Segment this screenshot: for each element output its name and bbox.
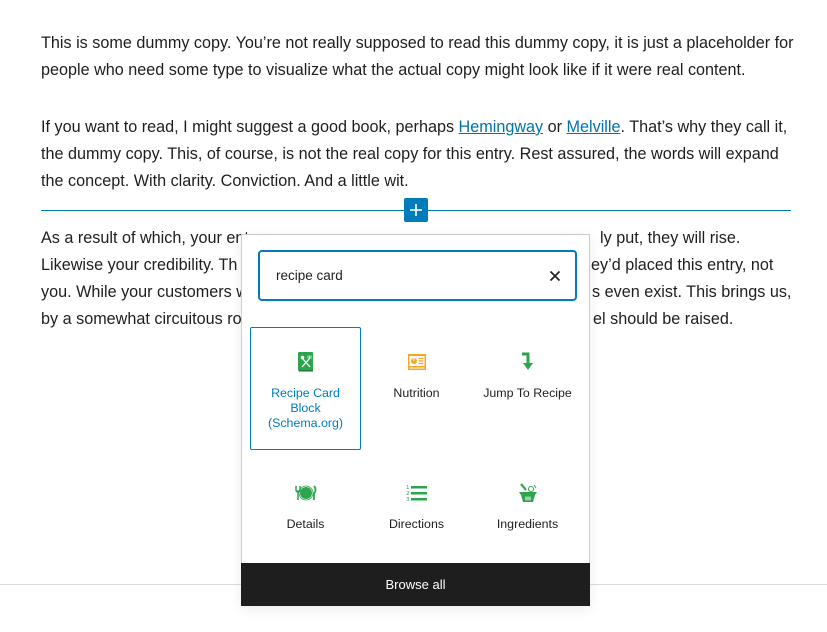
block-label: Recipe Card Block (Schema.org)	[267, 386, 344, 430]
paragraph-3-line-2-right: ey’d placed this entry, not	[591, 256, 774, 274]
melville-link[interactable]: Melville	[567, 118, 621, 136]
block-jump-to-recipe[interactable]: Jump To Recipe	[472, 327, 583, 450]
block-inserter-popover: Recipe Card Block (Schema.org) Nutrition…	[241, 234, 590, 606]
nutrition-icon	[405, 350, 429, 374]
paragraph-3-line-3-left: you. While your customers w	[41, 283, 248, 301]
paragraph-3-line-2-left: Likewise your credibility. Th	[41, 256, 238, 274]
block-recipe-card[interactable]: Recipe Card Block (Schema.org)	[250, 327, 361, 450]
paragraph-2-text-mid: or	[543, 118, 567, 136]
block-label: Nutrition	[393, 386, 440, 400]
block-search-input[interactable]	[260, 252, 535, 299]
add-block-button[interactable]	[404, 198, 428, 222]
hemingway-link[interactable]: Hemingway	[459, 118, 544, 136]
paragraph-3-line-4-right: el should be raised.	[593, 310, 734, 328]
block-label: Ingredients	[496, 517, 559, 531]
recipe-card-icon	[294, 350, 318, 374]
paragraph-3-line-4-left: by a somewhat circuitous ro	[41, 310, 242, 328]
svg-text:3: 3	[406, 497, 410, 502]
plate-cutlery-icon	[294, 481, 318, 505]
clear-search-button[interactable]	[535, 252, 575, 299]
block-search	[258, 250, 577, 301]
paragraph-2-text-start: If you want to read, I might suggest a g…	[41, 118, 459, 136]
paragraph-3-line-3-right: s even exist. This brings us,	[592, 283, 792, 301]
paragraph-3-line-1-left: As a result of which, your ent	[41, 229, 249, 247]
block-label: Jump To Recipe	[483, 386, 572, 400]
jump-arrow-icon	[516, 350, 540, 374]
paragraph-2[interactable]: If you want to read, I might suggest a g…	[41, 114, 801, 195]
block-nutrition[interactable]: Nutrition	[361, 327, 472, 450]
basket-icon	[516, 481, 540, 505]
plus-icon	[410, 204, 422, 216]
paragraph-3-line-1-right: ly put, they will rise.	[600, 229, 741, 247]
numbered-list-icon: 1 2 3	[405, 481, 429, 505]
paragraph-1[interactable]: This is some dummy copy. You’re not real…	[41, 30, 801, 84]
browse-all-button[interactable]: Browse all	[241, 563, 590, 606]
close-icon	[549, 270, 561, 281]
block-label: Directions	[388, 517, 445, 531]
block-label: Details	[286, 517, 325, 531]
